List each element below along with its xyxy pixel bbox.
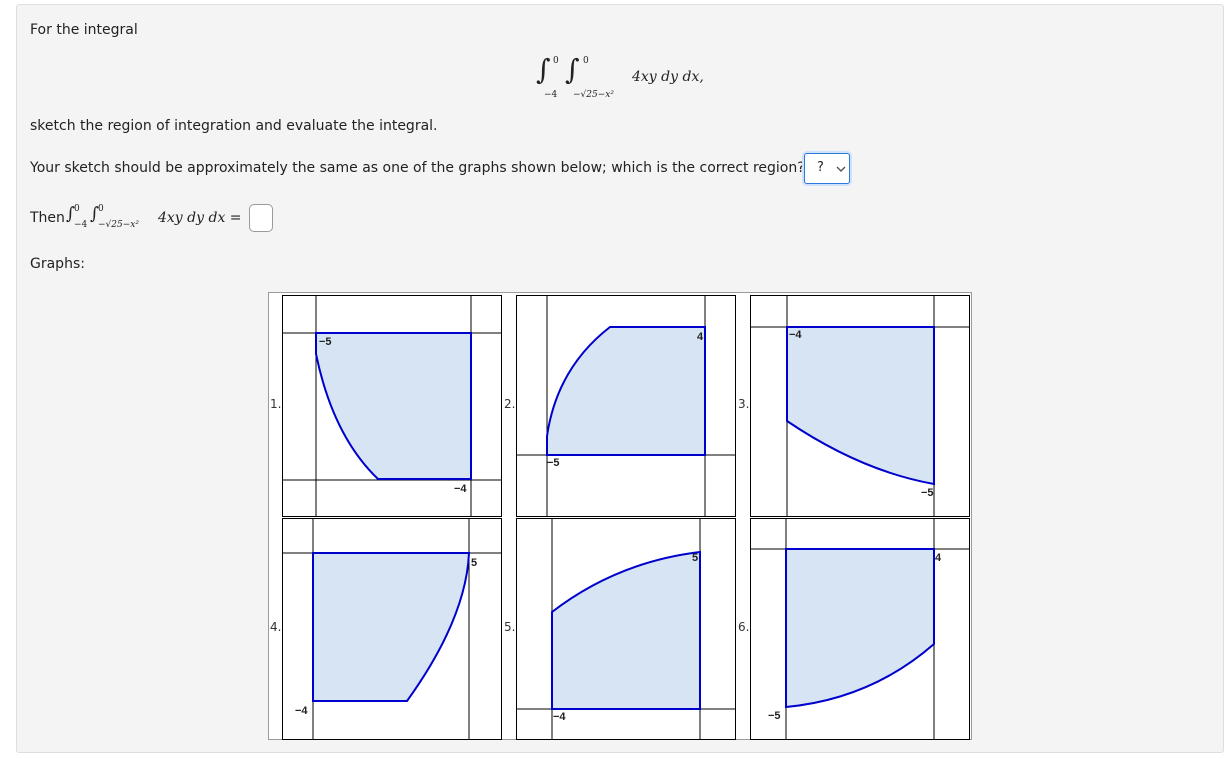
outer-lower-limit: −4 (544, 90, 558, 100)
inline-inner-upper: 0 (98, 204, 104, 214)
graph-grid: 1. −5 −4 2. 4 −5 3. −4 −5 4. 5 −4 5. 5 −… (268, 292, 972, 740)
then-label: Then (30, 210, 65, 226)
graph-5-number: 5. (504, 620, 516, 634)
outer-integral-sign: ∫ (536, 53, 551, 86)
chevron-down-icon (836, 166, 846, 172)
answer-input[interactable] (249, 204, 273, 232)
inner-upper-limit: 0 (583, 56, 589, 66)
graph-2-label-bottom: −5 (547, 457, 560, 469)
graph-3-label-bottom: −5 (921, 487, 934, 499)
graph-1[interactable]: −5 −4 (282, 295, 502, 517)
inline-outer-lower: −4 (74, 220, 88, 230)
graph-3[interactable]: −4 −5 (750, 295, 970, 517)
graph-6-region (785, 548, 935, 709)
graph-2-plot: 4 −5 (517, 296, 735, 516)
graph-4-number: 4. (270, 620, 282, 634)
graph-select-value: ? (817, 160, 824, 175)
graph-1-label-bottom: −4 (454, 483, 467, 495)
graph-6-label-bottom: −5 (768, 710, 781, 722)
inline-integrand: 4xy dy dx = (158, 210, 242, 226)
graph-3-number: 3. (738, 397, 750, 411)
graph-6[interactable]: 4 −5 (750, 518, 970, 740)
graph-5-label-top: 5 (692, 552, 698, 564)
intro-text: For the integral (30, 22, 138, 38)
graph-6-plot: 4 −5 (751, 519, 969, 739)
outer-upper-limit: 0 (553, 56, 559, 66)
graph-4-plot: 5 −4 (283, 519, 501, 739)
inline-inner-lower: −√25−x² (98, 220, 139, 230)
graph-2-label-top: 4 (697, 331, 704, 343)
inline-outer-upper: 0 (74, 204, 80, 214)
integrand: 4xy dy dx, (632, 69, 704, 85)
inner-integral-sign: ∫ (565, 53, 580, 86)
graph-select[interactable]: ? (804, 153, 850, 184)
graphs-label: Graphs: (30, 256, 85, 272)
graph-1-label-top: −5 (319, 336, 332, 348)
inner-lower-limit: −√25−x² (573, 90, 614, 100)
select-prompt: Your sketch should be approximately the … (30, 160, 853, 176)
graph-5[interactable]: 5 −4 (516, 518, 736, 740)
sketch-instruction: sketch the region of integration and eva… (30, 118, 438, 134)
graph-6-label-top: 4 (935, 552, 942, 564)
graph-2-region (546, 326, 706, 456)
graph-1-region (315, 332, 472, 480)
graph-3-label-top: −4 (789, 329, 802, 341)
graph-4-label-top: 5 (471, 557, 477, 569)
graph-3-region (786, 326, 935, 486)
graph-2[interactable]: 4 −5 (516, 295, 736, 517)
graph-5-label-bottom: −4 (553, 711, 566, 723)
graph-5-plot: 5 −4 (517, 519, 735, 739)
graph-1-plot: −5 −4 (283, 296, 501, 516)
graph-3-plot: −4 −5 (751, 296, 969, 516)
graph-4-region (312, 552, 471, 702)
graph-6-number: 6. (738, 620, 750, 634)
graph-5-region (551, 550, 701, 710)
graph-1-number: 1. (270, 397, 282, 411)
graph-4[interactable]: 5 −4 (282, 518, 502, 740)
graph-4-label-bottom: −4 (295, 705, 308, 717)
graph-2-number: 2. (504, 397, 516, 411)
